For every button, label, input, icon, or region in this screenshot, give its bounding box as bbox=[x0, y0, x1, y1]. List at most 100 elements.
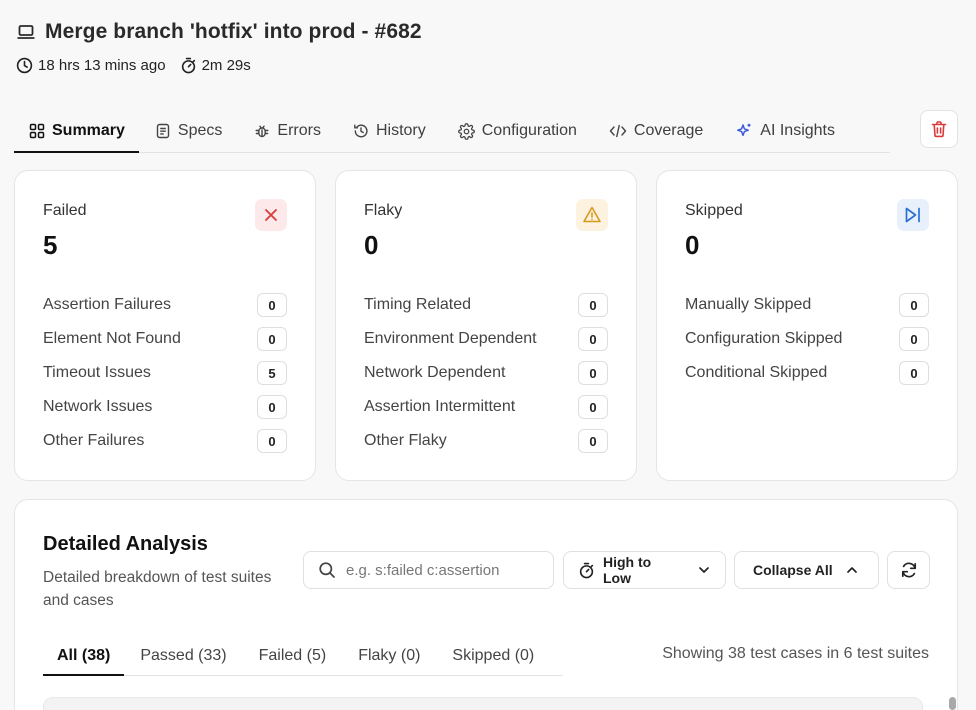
duration-text: 2m 29s bbox=[201, 57, 251, 74]
tab-failed[interactable]: Failed (5) bbox=[243, 636, 343, 675]
run-header: Merge branch 'hotfix' into prod - #682 1… bbox=[16, 20, 422, 74]
sparkle-icon bbox=[735, 122, 753, 140]
test-suite-list[interactable] bbox=[43, 697, 923, 710]
row-label: Network Issues bbox=[43, 398, 153, 415]
card-count: 5 bbox=[43, 230, 58, 260]
row-count: 0 bbox=[578, 361, 608, 385]
clock-icon bbox=[16, 57, 33, 74]
filter-tabs: All (38) Passed (33) Failed (5) Flaky (0… bbox=[43, 636, 563, 676]
results-summary: Showing 38 test cases in 6 test suites bbox=[662, 645, 929, 662]
card-count: 0 bbox=[685, 230, 700, 260]
tab-passed[interactable]: Passed (33) bbox=[124, 636, 242, 675]
tab-summary[interactable]: Summary bbox=[14, 110, 139, 153]
card-rows: Assertion Failures 0 Element Not Found 0 T… bbox=[43, 288, 287, 458]
trash-icon bbox=[930, 120, 948, 138]
gear-icon bbox=[457, 122, 475, 140]
duration: 2m 29s bbox=[180, 57, 251, 74]
main-tabs: Summary Specs Errors History Configurati… bbox=[14, 110, 890, 153]
warning-icon bbox=[576, 199, 608, 231]
row-count: 0 bbox=[578, 429, 608, 453]
search-input[interactable] bbox=[346, 561, 521, 579]
list-item: Other Flaky 0 bbox=[364, 424, 608, 458]
row-label: Assertion Failures bbox=[43, 296, 172, 313]
tab-all[interactable]: All (38) bbox=[43, 636, 125, 676]
grid-icon bbox=[29, 123, 45, 139]
close-icon bbox=[255, 199, 287, 231]
list-item: Network Dependent 0 bbox=[364, 356, 608, 390]
row-count: 0 bbox=[578, 395, 608, 419]
list-item: Environment Dependent 0 bbox=[364, 322, 608, 356]
code-icon bbox=[609, 123, 627, 139]
list-item: Assertion Failures 0 bbox=[43, 288, 287, 322]
search-icon bbox=[318, 561, 336, 579]
section-title: Detailed Analysis bbox=[43, 533, 208, 555]
tab-ai-insights[interactable]: AI Insights bbox=[719, 110, 851, 152]
card-label: Skipped bbox=[685, 202, 743, 219]
sort-dropdown[interactable]: High to Low bbox=[563, 551, 726, 589]
laptop-icon bbox=[16, 22, 36, 42]
row-count: 5 bbox=[257, 361, 287, 385]
row-label: Other Flaky bbox=[364, 432, 447, 449]
tab-errors[interactable]: Errors bbox=[238, 110, 337, 152]
document-icon bbox=[155, 123, 171, 139]
row-label: Timing Related bbox=[364, 296, 472, 313]
tab-label: History bbox=[375, 122, 426, 139]
row-label: Network Dependent bbox=[364, 364, 506, 381]
row-count: 0 bbox=[257, 429, 287, 453]
tab-specs[interactable]: Specs bbox=[139, 110, 238, 152]
row-count: 0 bbox=[257, 395, 287, 419]
collapse-label: Collapse All bbox=[753, 562, 833, 578]
list-item: Configuration Skipped 0 bbox=[685, 322, 929, 356]
row-label: Manually Skipped bbox=[685, 296, 812, 313]
row-count: 0 bbox=[899, 327, 929, 351]
row-count: 0 bbox=[578, 293, 608, 317]
tab-flaky[interactable]: Flaky (0) bbox=[342, 636, 436, 675]
tab-label: Configuration bbox=[481, 122, 577, 139]
card-label: Failed bbox=[43, 202, 87, 219]
row-label: Element Not Found bbox=[43, 330, 181, 347]
list-item: Network Issues 0 bbox=[43, 390, 287, 424]
time-ago: 18 hrs 13 mins ago bbox=[16, 57, 166, 74]
row-count: 0 bbox=[257, 327, 287, 351]
chevron-up-icon bbox=[845, 563, 859, 577]
tab-history[interactable]: History bbox=[337, 110, 442, 152]
card-label: Flaky bbox=[364, 202, 403, 219]
row-label: Configuration Skipped bbox=[685, 330, 843, 347]
delete-button[interactable] bbox=[920, 110, 958, 148]
tab-label: Coverage bbox=[633, 122, 704, 139]
row-label: Conditional Skipped bbox=[685, 364, 828, 381]
page-title: Merge branch 'hotfix' into prod - #682 bbox=[45, 20, 422, 43]
scrollbar[interactable] bbox=[949, 697, 956, 710]
search-box bbox=[303, 551, 554, 589]
tab-coverage[interactable]: Coverage bbox=[593, 110, 719, 152]
card-rows: Manually Skipped 0 Configuration Skipped 0… bbox=[685, 288, 929, 390]
collapse-all-button[interactable]: Collapse All bbox=[734, 551, 879, 589]
history-icon bbox=[353, 123, 369, 139]
skip-forward-icon bbox=[897, 199, 929, 231]
stopwatch-icon bbox=[180, 57, 197, 74]
list-item: Conditional Skipped 0 bbox=[685, 356, 929, 390]
bug-icon bbox=[254, 123, 270, 139]
list-item: Other Failures 0 bbox=[43, 424, 287, 458]
row-count: 0 bbox=[257, 293, 287, 317]
detailed-analysis-panel: Detailed Analysis Detailed breakdown of … bbox=[14, 499, 958, 710]
row-label: Environment Dependent bbox=[364, 330, 537, 347]
row-count: 0 bbox=[578, 327, 608, 351]
list-item: Timeout Issues 5 bbox=[43, 356, 287, 390]
section-subtitle: Detailed breakdown of test suites and ca… bbox=[43, 569, 272, 609]
skipped-card: Skipped 0 Manually Skipped 0 Configuratio… bbox=[656, 170, 958, 481]
title-row: Merge branch 'hotfix' into prod - #682 bbox=[16, 20, 422, 44]
row-label: Other Failures bbox=[43, 432, 145, 449]
tab-label: AI Insights bbox=[760, 122, 835, 139]
list-item: Element Not Found 0 bbox=[43, 322, 287, 356]
list-item: Timing Related 0 bbox=[364, 288, 608, 322]
tab-skipped[interactable]: Skipped (0) bbox=[436, 636, 550, 675]
refresh-icon bbox=[900, 561, 918, 579]
list-item: Assertion Intermittent 0 bbox=[364, 390, 608, 424]
chevron-down-icon bbox=[697, 563, 711, 577]
tab-configuration[interactable]: Configuration bbox=[442, 110, 593, 152]
flaky-card: Flaky 0 Timing Related 0 Environment Depe… bbox=[335, 170, 637, 481]
failed-card: Failed 5 Assertion Failures 0 Element Not… bbox=[14, 170, 316, 481]
refresh-button[interactable] bbox=[887, 551, 930, 589]
run-meta: 18 hrs 13 mins ago 2m 29s bbox=[16, 57, 422, 74]
